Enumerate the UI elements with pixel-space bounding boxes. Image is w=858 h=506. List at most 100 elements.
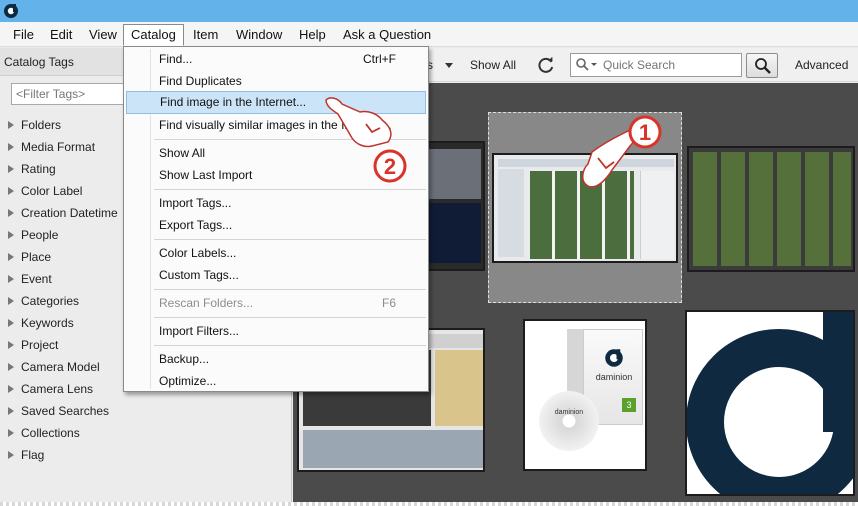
- refresh-icon[interactable]: [536, 55, 556, 75]
- tree-label: Categories: [21, 294, 80, 308]
- expand-arrow-icon[interactable]: [8, 275, 14, 283]
- menu-catalog[interactable]: Catalog: [123, 24, 184, 46]
- thumbnail-image: [693, 152, 851, 266]
- magnifier-icon: [755, 58, 771, 74]
- advanced-search-link[interactable]: Advanced: [795, 58, 848, 72]
- menu-ask-question[interactable]: Ask a Question: [335, 24, 439, 46]
- menu-custom-tags[interactable]: Custom Tags...: [126, 264, 426, 286]
- filter-tags-box[interactable]: [11, 83, 131, 105]
- thumbnail[interactable]: [492, 153, 678, 263]
- menu-label: Optimize...: [159, 374, 217, 388]
- tree-label: Color Label: [21, 184, 83, 198]
- thumbnail-image: [530, 171, 634, 259]
- title-bar: [0, 0, 858, 22]
- tree-label: Rating: [21, 162, 56, 176]
- dropdown-arrow-icon[interactable]: [445, 63, 453, 68]
- tree-label: Camera Lens: [21, 382, 94, 396]
- search-button[interactable]: [746, 53, 778, 78]
- tree-label: Place: [21, 250, 52, 264]
- product-badge: 3: [622, 398, 636, 412]
- menu-separator: [154, 289, 426, 290]
- menu-separator: [154, 189, 426, 190]
- thumbnail-image: [429, 203, 481, 263]
- tree-label: Keywords: [21, 316, 74, 330]
- filter-tags-input[interactable]: [12, 84, 130, 104]
- cd-disc: daminion: [539, 391, 599, 451]
- menu-optimize[interactable]: Optimize...: [126, 370, 426, 392]
- daminion-large-logo-icon: [687, 312, 853, 494]
- menu-label: Rescan Folders...: [159, 296, 254, 310]
- menu-bar: File Edit View Catalog Item Window Help …: [0, 22, 858, 47]
- expand-arrow-icon[interactable]: [8, 209, 14, 217]
- show-all-button[interactable]: Show All: [470, 58, 516, 72]
- tree-label: Saved Searches: [21, 404, 110, 418]
- menu-item[interactable]: Item: [185, 24, 226, 46]
- menu-find-duplicates[interactable]: Find Duplicates: [126, 70, 426, 92]
- app-logo-icon: [4, 4, 18, 18]
- menu-label: Import Tags...: [159, 196, 232, 210]
- quick-search-input[interactable]: [603, 54, 739, 76]
- expand-arrow-icon[interactable]: [8, 407, 14, 415]
- expand-arrow-icon[interactable]: [8, 341, 14, 349]
- expand-arrow-icon[interactable]: [8, 143, 14, 151]
- menu-help[interactable]: Help: [291, 24, 334, 46]
- search-filter-icon[interactable]: [575, 57, 601, 73]
- menu-find[interactable]: Find... Ctrl+F: [126, 48, 426, 70]
- tree-label: Media Format: [21, 140, 96, 154]
- tree-item-saved-searches[interactable]: Saved Searches: [0, 400, 292, 422]
- menu-label: Find Duplicates: [159, 74, 242, 88]
- thumbnail[interactable]: [685, 310, 855, 496]
- expand-arrow-icon[interactable]: [8, 297, 14, 305]
- tree-item-flag[interactable]: Flag: [0, 444, 292, 466]
- product-brand: daminion: [595, 372, 633, 382]
- menu-import-tags[interactable]: Import Tags...: [126, 192, 426, 214]
- menu-file[interactable]: File: [5, 24, 42, 46]
- expand-arrow-icon[interactable]: [8, 165, 14, 173]
- menu-import-filters[interactable]: Import Filters...: [126, 320, 426, 342]
- menu-edit[interactable]: Edit: [42, 24, 80, 46]
- menu-show-all[interactable]: Show All: [126, 142, 426, 164]
- menu-label: Backup...: [159, 352, 210, 366]
- expand-arrow-icon[interactable]: [8, 121, 14, 129]
- menu-backup[interactable]: Backup...: [126, 348, 426, 370]
- menu-label: Custom Tags...: [159, 268, 239, 282]
- menu-separator: [154, 139, 426, 140]
- menu-find-image-internet[interactable]: Find image in the Internet...: [126, 91, 426, 114]
- selected-thumbnail-cell[interactable]: [488, 112, 682, 303]
- shortcut-label: Ctrl+F: [363, 52, 396, 66]
- menu-rescan-folders: Rescan Folders... F6: [126, 292, 426, 314]
- menu-color-labels[interactable]: Color Labels...: [126, 242, 426, 264]
- menu-find-similar-images[interactable]: Find visually similar images in the Inte…: [126, 114, 426, 136]
- daminion-logo-icon: [605, 349, 623, 367]
- menu-export-tags[interactable]: Export Tags...: [126, 214, 426, 236]
- thumbnail-image: [498, 169, 524, 257]
- menu-view[interactable]: View: [81, 24, 125, 46]
- thumbnail[interactable]: [423, 141, 485, 271]
- tree-label: Folders: [21, 118, 62, 132]
- expand-arrow-icon[interactable]: [8, 231, 14, 239]
- thumbnail[interactable]: [687, 146, 855, 272]
- menu-separator: [154, 239, 426, 240]
- thumbnail-image: [640, 171, 674, 259]
- expand-arrow-icon[interactable]: [8, 253, 14, 261]
- menu-show-last-import[interactable]: Show Last Import: [126, 164, 426, 186]
- expand-arrow-icon[interactable]: [8, 319, 14, 327]
- thumbnail[interactable]: daminion 3 daminion: [523, 319, 647, 471]
- menu-label: Export Tags...: [159, 218, 233, 232]
- screenshot-edge: [0, 502, 858, 506]
- quick-search-box[interactable]: [570, 53, 742, 77]
- expand-arrow-icon[interactable]: [8, 363, 14, 371]
- menu-window[interactable]: Window: [228, 24, 290, 46]
- tree-label: Creation Datetime: [21, 206, 118, 220]
- menu-separator: [154, 345, 426, 346]
- thumbnail-image: [429, 149, 481, 199]
- expand-arrow-icon[interactable]: [8, 187, 14, 195]
- thumbnail-image: [498, 159, 674, 167]
- tree-label: People: [21, 228, 59, 242]
- expand-arrow-icon[interactable]: [8, 429, 14, 437]
- tree-label: Collections: [21, 426, 80, 440]
- tree-item-collections[interactable]: Collections: [0, 422, 292, 444]
- expand-arrow-icon[interactable]: [8, 385, 14, 393]
- expand-arrow-icon[interactable]: [8, 451, 14, 459]
- menu-separator: [154, 317, 426, 318]
